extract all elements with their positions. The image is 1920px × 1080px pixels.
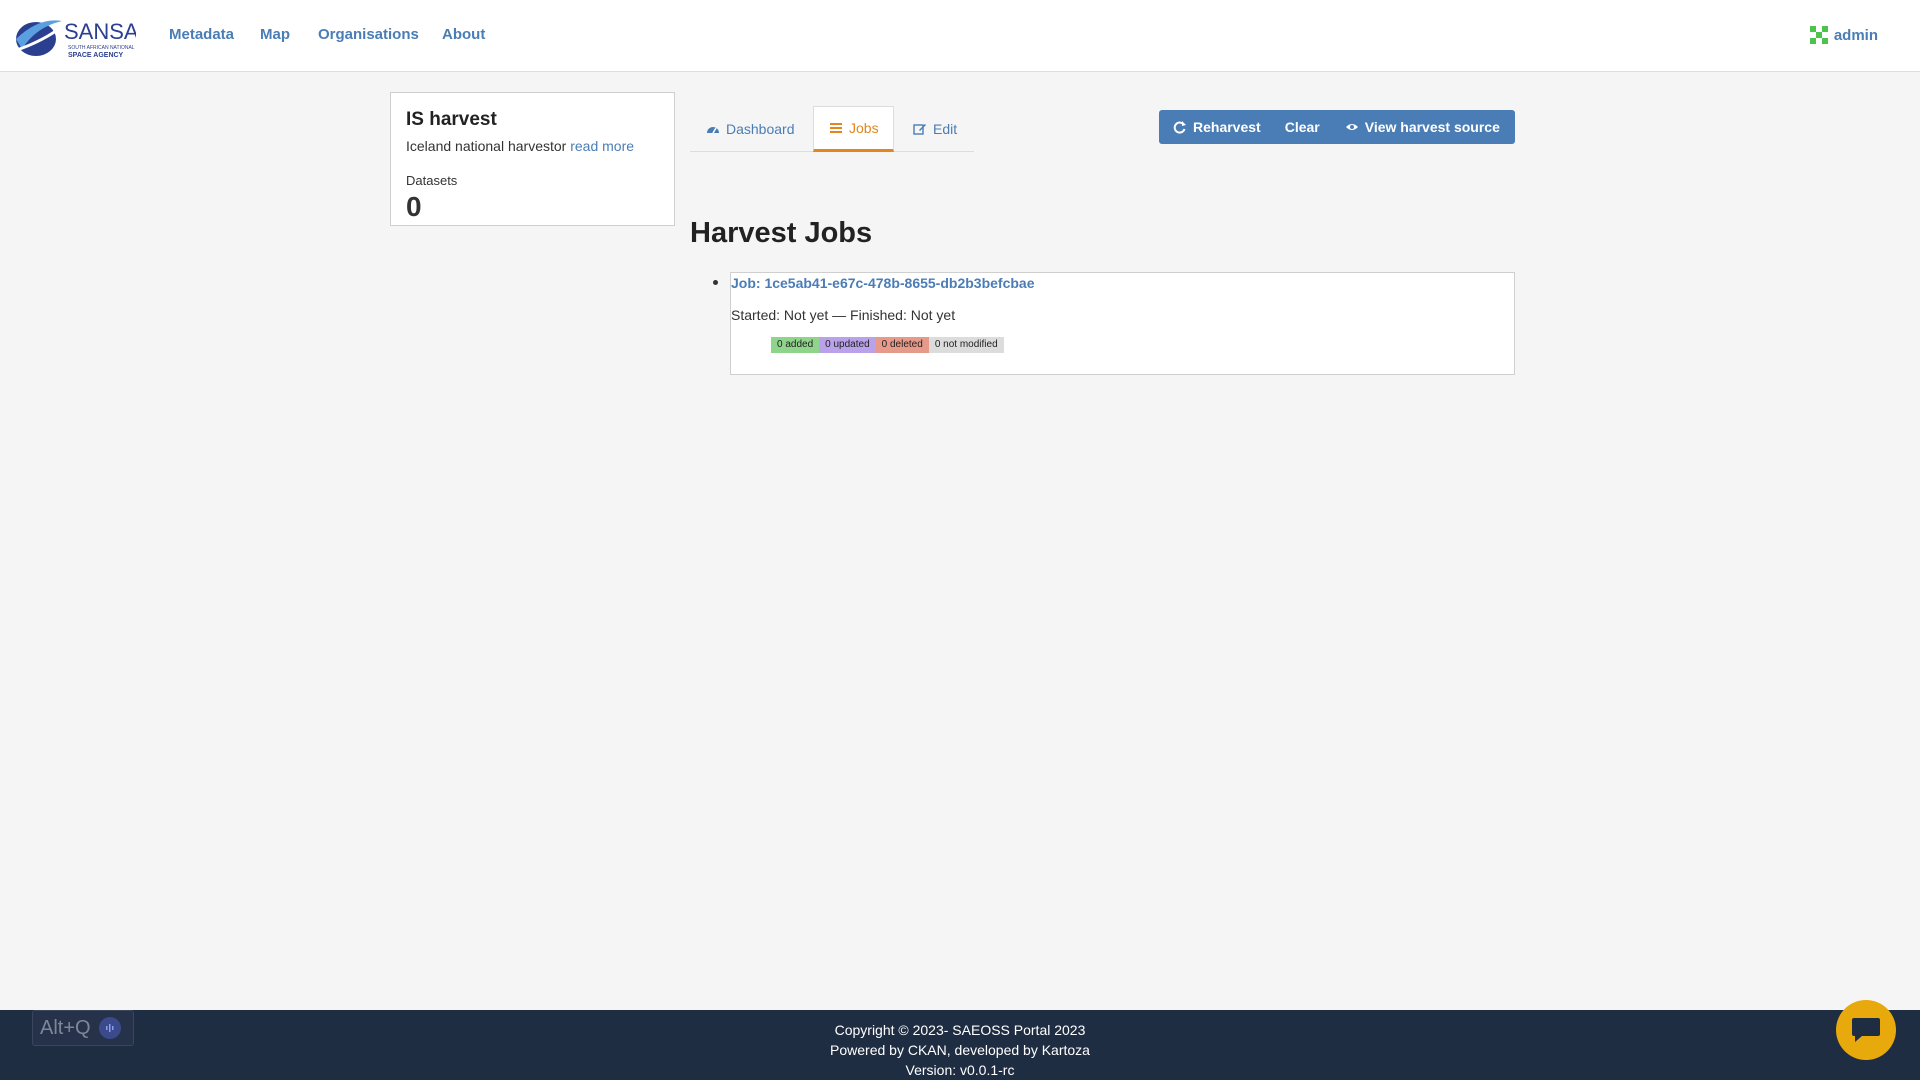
not-modified-badge: 0 not modified	[928, 337, 1004, 353]
tab-jobs[interactable]: Jobs	[813, 106, 894, 152]
nav-metadata[interactable]: Metadata	[169, 26, 234, 43]
view-harvest-source-button[interactable]: View harvest source	[1345, 110, 1500, 144]
chat-button[interactable]	[1836, 1000, 1896, 1060]
job-list-item: Job: 1ce5ab41-e67c-478b-8655-db2b3befcba…	[730, 272, 1515, 375]
sansa-logo[interactable]: SANSA SOUTH AFRICAN NATIONAL SPACE AGENC…	[13, 11, 139, 61]
keyboard-shortcut-overlay[interactable]: Alt+Q	[32, 1010, 134, 1046]
deleted-badge: 0 deleted	[875, 337, 929, 353]
datasets-label: Datasets	[406, 173, 458, 188]
harvest-actions: Reharvest Clear View harvest source	[1159, 110, 1515, 144]
nav-map[interactable]: Map	[260, 26, 290, 43]
added-badge: 0 added	[771, 337, 820, 353]
read-more-link[interactable]: read more	[570, 138, 634, 154]
tab-edit[interactable]: Edit	[897, 106, 973, 152]
footer-copyright: Copyright © 2023- SAEOSS Portal 2023	[834, 1022, 1086, 1038]
dashboard-icon	[707, 127, 719, 134]
svg-text:SOUTH AFRICAN NATIONAL: SOUTH AFRICAN NATIONAL	[68, 45, 135, 51]
shortcut-label: Alt+Q	[40, 1016, 91, 1039]
svg-text:SPACE AGENCY: SPACE AGENCY	[68, 52, 124, 59]
tab-dashboard[interactable]: Dashboard	[690, 106, 811, 152]
eye-icon	[1345, 124, 1358, 130]
user-menu[interactable]: admin	[1807, 24, 1878, 46]
job-status: Started: Not yet — Finished: Not yet	[731, 307, 956, 323]
harvest-source-card: IS harvest Iceland national harvestor re…	[390, 92, 675, 226]
clear-button[interactable]: Clear	[1285, 110, 1320, 144]
nav-about[interactable]: About	[442, 26, 485, 43]
refresh-icon	[1173, 121, 1186, 134]
job-stats: 0 added 0 updated 0 deleted 0 not modifi…	[771, 337, 1004, 353]
harvest-source-title: IS harvest	[406, 109, 497, 130]
harvest-source-description: Iceland national harvestor read more	[406, 138, 635, 154]
page-title: Harvest Jobs	[690, 217, 873, 249]
harvest-tabs: Dashboard Jobs Edit	[690, 106, 974, 152]
datasets-count: 0	[406, 191, 422, 222]
job-link[interactable]: Job: 1ce5ab41-e67c-478b-8655-db2b3befcba…	[731, 275, 1034, 291]
edit-icon	[913, 124, 926, 135]
chat-icon	[1852, 1018, 1880, 1042]
list-icon	[830, 123, 842, 133]
footer-powered-by: Powered by CKAN, developed by Kartoza	[830, 1042, 1090, 1058]
user-name: admin	[1833, 26, 1878, 44]
reharvest-button[interactable]: Reharvest	[1159, 110, 1261, 144]
nav-organisations[interactable]: Organisations	[318, 26, 419, 43]
updated-badge: 0 updated	[819, 337, 876, 353]
top-navbar: SANSA SOUTH AFRICAN NATIONAL SPACE AGENC…	[0, 0, 1920, 72]
footer-version: Version: v0.0.1-rc	[905, 1062, 1015, 1078]
voice-icon	[98, 1017, 121, 1039]
svg-text:SANSA: SANSA	[64, 19, 136, 44]
user-avatar-icon	[1807, 24, 1830, 46]
list-bullet	[713, 280, 718, 285]
footer: Copyright © 2023- SAEOSS Portal 2023 Pow…	[0, 1010, 1920, 1080]
